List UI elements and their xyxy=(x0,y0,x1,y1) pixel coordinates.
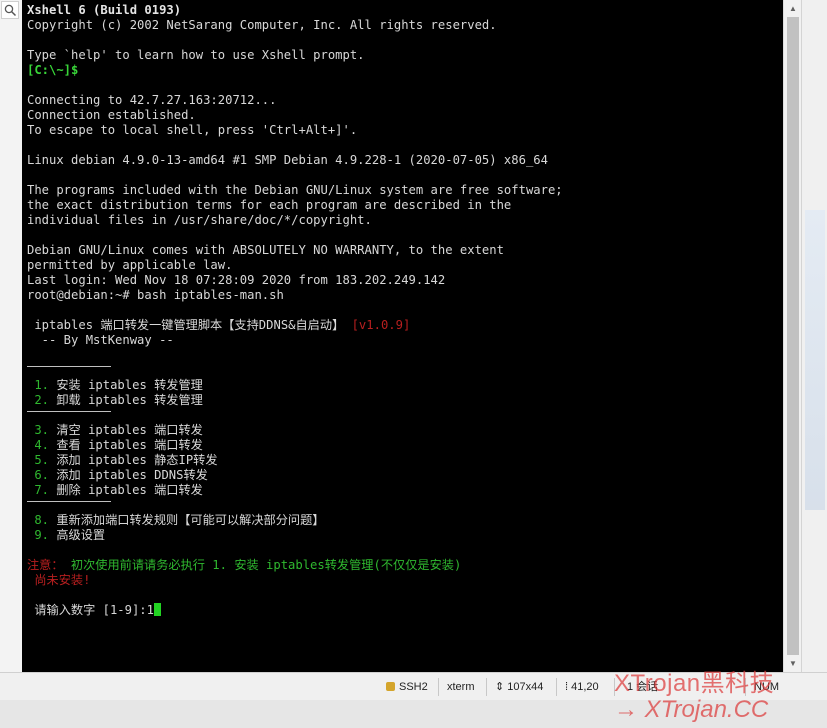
menu-item: 9. 高级设置 xyxy=(34,528,106,542)
script-author: -- By MstKenway -- xyxy=(27,333,174,347)
motd-line: permitted by applicable law. xyxy=(27,258,233,272)
install-status: 尚未安装! xyxy=(27,573,91,587)
terminal-output[interactable]: Xshell 6 (Build 0193) Copyright (c) 2002… xyxy=(22,0,783,672)
search-icon xyxy=(4,4,17,17)
notice-label: 注意： xyxy=(27,558,64,572)
menu-item: 4. 查看 iptables 端口转发 xyxy=(34,438,203,452)
connect-line: Connecting to 42.7.27.163:20712... xyxy=(27,93,277,107)
menu-divider xyxy=(27,363,783,378)
menu-item: 5. 添加 iptables 静态IP转发 xyxy=(34,453,218,467)
search-button[interactable] xyxy=(1,1,19,19)
motd-line: individual files in /usr/share/doc/*/cop… xyxy=(27,213,372,227)
script-title: iptables 端口转发一键管理脚本【支持DDNS&自启动】 xyxy=(27,318,345,332)
help-line: Type `help' to learn how to use Xshell p… xyxy=(27,48,365,62)
input-prompt: 请输入数字 [1-9]: xyxy=(27,603,147,617)
menu-item: 3. 清空 iptables 端口转发 xyxy=(34,423,203,437)
right-side-panel xyxy=(801,0,827,672)
connect-line: To escape to local shell, press 'Ctrl+Al… xyxy=(27,123,358,137)
motd-line: The programs included with the Debian GN… xyxy=(27,183,563,197)
lock-icon xyxy=(386,682,395,691)
chevron-up-icon: ▲ xyxy=(789,4,797,13)
input-prompt-line[interactable]: 请输入数字 [1-9]:1 xyxy=(27,603,783,618)
menu-divider xyxy=(27,498,783,513)
menu-item: 7. 删除 iptables 端口转发 xyxy=(34,483,203,497)
local-prompt: [C:\~]$ xyxy=(27,63,79,77)
motd-line: Debian GNU/Linux comes with ABSOLUTELY N… xyxy=(27,243,504,257)
motd-line: the exact distribution terms for each pr… xyxy=(27,198,512,212)
scroll-up-button[interactable]: ▲ xyxy=(784,0,802,17)
notice-text: 初次使用前请请务必执行 1. 安装 iptables转发管理(不仅仅是安装) xyxy=(70,558,462,572)
terminal-cursor xyxy=(153,603,161,616)
notice-line: 注意： 初次使用前请请务必执行 1. 安装 iptables转发管理(不仅仅是安… xyxy=(27,558,783,573)
menu-item: 2. 卸载 iptables 转发管理 xyxy=(34,393,203,407)
uname-line: Linux debian 4.9.0-13-amd64 #1 SMP Debia… xyxy=(27,153,548,167)
menu-item: 8. 重新添加端口转发规则【可能可以解决部分问题】 xyxy=(34,513,325,527)
motd-line xyxy=(27,228,783,243)
app-title-line: Xshell 6 (Build 0193) xyxy=(27,3,182,17)
menu-divider xyxy=(27,408,783,423)
cursor-position: ⁞ 41,20 xyxy=(565,681,599,693)
vertical-scrollbar[interactable]: ▲ ▼ xyxy=(783,0,802,672)
chevron-down-icon: ▼ xyxy=(789,659,797,668)
script-title-line: iptables 端口转发一键管理脚本【支持DDNS&自启动】 [v1.0.9] xyxy=(27,318,783,333)
scroll-down-button[interactable]: ▼ xyxy=(784,655,802,672)
last-login-line: Last login: Wed Nov 18 07:28:09 2020 fro… xyxy=(27,273,446,287)
input-value[interactable]: 1 xyxy=(147,603,154,617)
watermark-url: → XTrojan.CC xyxy=(614,696,769,723)
resize-icon: ⇕ xyxy=(495,681,508,693)
protocol-status: SSH2 xyxy=(386,680,428,694)
terminal-type: xterm xyxy=(447,681,475,693)
menu-item: 6. 添加 iptables DDNS转发 xyxy=(34,468,208,482)
connect-line: Connection established. xyxy=(27,108,196,122)
copyright-line: Copyright (c) 2002 NetSarang Computer, I… xyxy=(27,18,497,32)
terminal-size: ⇕ 107x44 xyxy=(495,681,544,693)
menu-item: 1. 安装 iptables 转发管理 xyxy=(34,378,203,392)
script-version: [v1.0.9] xyxy=(351,318,411,332)
watermark-text: XTrojan黑科技 xyxy=(614,670,775,697)
scroll-thumb[interactable] xyxy=(787,17,799,655)
command-line: root@debian:~# bash iptables-man.sh xyxy=(27,288,284,302)
left-toolbar-strip xyxy=(0,0,23,672)
